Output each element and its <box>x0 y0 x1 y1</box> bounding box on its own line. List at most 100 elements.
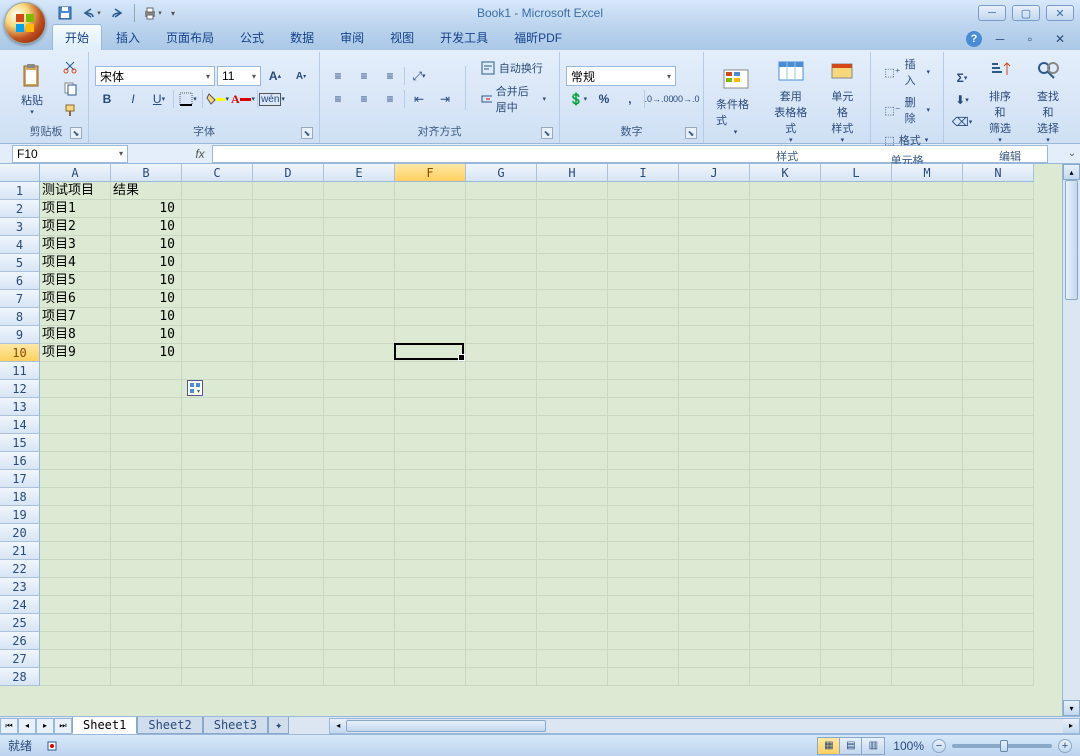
cell[interactable] <box>324 344 395 362</box>
cell[interactable] <box>537 362 608 380</box>
vertical-scrollbar[interactable]: ▴ ▾ <box>1062 164 1080 716</box>
cell[interactable] <box>111 524 182 542</box>
cell[interactable] <box>750 380 821 398</box>
column-header-I[interactable]: I <box>608 164 679 182</box>
cell[interactable] <box>537 290 608 308</box>
column-header-G[interactable]: G <box>466 164 537 182</box>
cell[interactable] <box>821 380 892 398</box>
cell[interactable] <box>679 182 750 200</box>
cell[interactable] <box>395 344 466 362</box>
cell[interactable] <box>40 380 111 398</box>
cell[interactable] <box>253 290 324 308</box>
cell[interactable] <box>821 506 892 524</box>
cell[interactable] <box>608 596 679 614</box>
cell[interactable] <box>395 542 466 560</box>
cell[interactable] <box>111 452 182 470</box>
cell[interactable] <box>821 308 892 326</box>
cell[interactable] <box>253 272 324 290</box>
cell[interactable] <box>608 632 679 650</box>
cell[interactable] <box>253 470 324 488</box>
row-header-6[interactable]: 6 <box>0 272 40 290</box>
cell[interactable] <box>111 506 182 524</box>
cell[interactable] <box>111 578 182 596</box>
cell-A10[interactable]: 项目9 <box>40 344 111 362</box>
cell[interactable] <box>182 452 253 470</box>
cell[interactable] <box>821 344 892 362</box>
find-select-button[interactable]: 查找和 选择▾ <box>1026 54 1070 146</box>
number-launcher[interactable]: ⬊ <box>685 127 697 139</box>
qat-save-button[interactable] <box>54 2 76 24</box>
workbook-restore-button[interactable]: ▫ <box>1018 29 1042 49</box>
cell[interactable] <box>253 506 324 524</box>
cell[interactable] <box>750 326 821 344</box>
row-header-24[interactable]: 24 <box>0 596 40 614</box>
cell[interactable] <box>182 470 253 488</box>
cell[interactable] <box>537 254 608 272</box>
cell[interactable] <box>892 362 963 380</box>
cell[interactable] <box>466 200 537 218</box>
row-header-11[interactable]: 11 <box>0 362 40 380</box>
cell[interactable] <box>537 560 608 578</box>
cell[interactable] <box>40 488 111 506</box>
cell[interactable] <box>750 254 821 272</box>
cell[interactable] <box>750 308 821 326</box>
cell[interactable] <box>608 542 679 560</box>
cell[interactable] <box>892 182 963 200</box>
name-box[interactable]: F10▾ <box>12 145 128 163</box>
cell[interactable] <box>821 326 892 344</box>
cell[interactable] <box>324 578 395 596</box>
cell[interactable] <box>750 272 821 290</box>
cell[interactable] <box>111 560 182 578</box>
cell[interactable] <box>537 416 608 434</box>
cell[interactable] <box>963 218 1034 236</box>
zoom-thumb[interactable] <box>1000 740 1008 752</box>
cell[interactable] <box>821 416 892 434</box>
cell[interactable] <box>608 416 679 434</box>
align-left-button[interactable]: ≡ <box>326 89 350 109</box>
cell[interactable] <box>182 362 253 380</box>
sheet-tab-1[interactable]: Sheet1 <box>72 717 137 734</box>
cell[interactable] <box>182 308 253 326</box>
cell[interactable] <box>679 452 750 470</box>
tab-home[interactable]: 开始 <box>52 24 102 50</box>
qat-print-button[interactable]: ▾ <box>141 2 163 24</box>
cell[interactable] <box>537 182 608 200</box>
cell[interactable] <box>182 596 253 614</box>
cell[interactable] <box>963 272 1034 290</box>
cell[interactable] <box>821 614 892 632</box>
select-all-button[interactable] <box>0 164 40 182</box>
vscroll-thumb[interactable] <box>1065 180 1078 300</box>
cell[interactable] <box>395 272 466 290</box>
cell-A9[interactable]: 项目8 <box>40 326 111 344</box>
cell[interactable] <box>395 614 466 632</box>
underline-button[interactable]: U▾ <box>147 89 171 109</box>
cell[interactable] <box>963 416 1034 434</box>
cell[interactable] <box>679 632 750 650</box>
cell[interactable] <box>111 650 182 668</box>
grow-font-button[interactable]: A▴ <box>263 66 287 86</box>
cell[interactable] <box>395 668 466 686</box>
cell[interactable] <box>750 524 821 542</box>
cell[interactable] <box>963 524 1034 542</box>
cell[interactable] <box>324 524 395 542</box>
cell[interactable] <box>324 362 395 380</box>
cell[interactable] <box>182 632 253 650</box>
cell-A8[interactable]: 项目7 <box>40 308 111 326</box>
cell[interactable] <box>324 308 395 326</box>
cell[interactable] <box>679 488 750 506</box>
cell[interactable] <box>182 290 253 308</box>
cell[interactable] <box>608 560 679 578</box>
cell[interactable] <box>395 452 466 470</box>
decrease-indent-button[interactable]: ⇤ <box>407 89 431 109</box>
cell[interactable] <box>466 524 537 542</box>
cell[interactable] <box>537 650 608 668</box>
cell[interactable] <box>750 560 821 578</box>
cell[interactable] <box>821 488 892 506</box>
clear-button[interactable]: ⌫▾ <box>950 112 974 132</box>
cell[interactable] <box>395 506 466 524</box>
cell[interactable] <box>821 200 892 218</box>
cell[interactable] <box>608 578 679 596</box>
cell[interactable] <box>608 200 679 218</box>
view-normal-button[interactable]: ▦ <box>818 738 840 754</box>
row-header-23[interactable]: 23 <box>0 578 40 596</box>
